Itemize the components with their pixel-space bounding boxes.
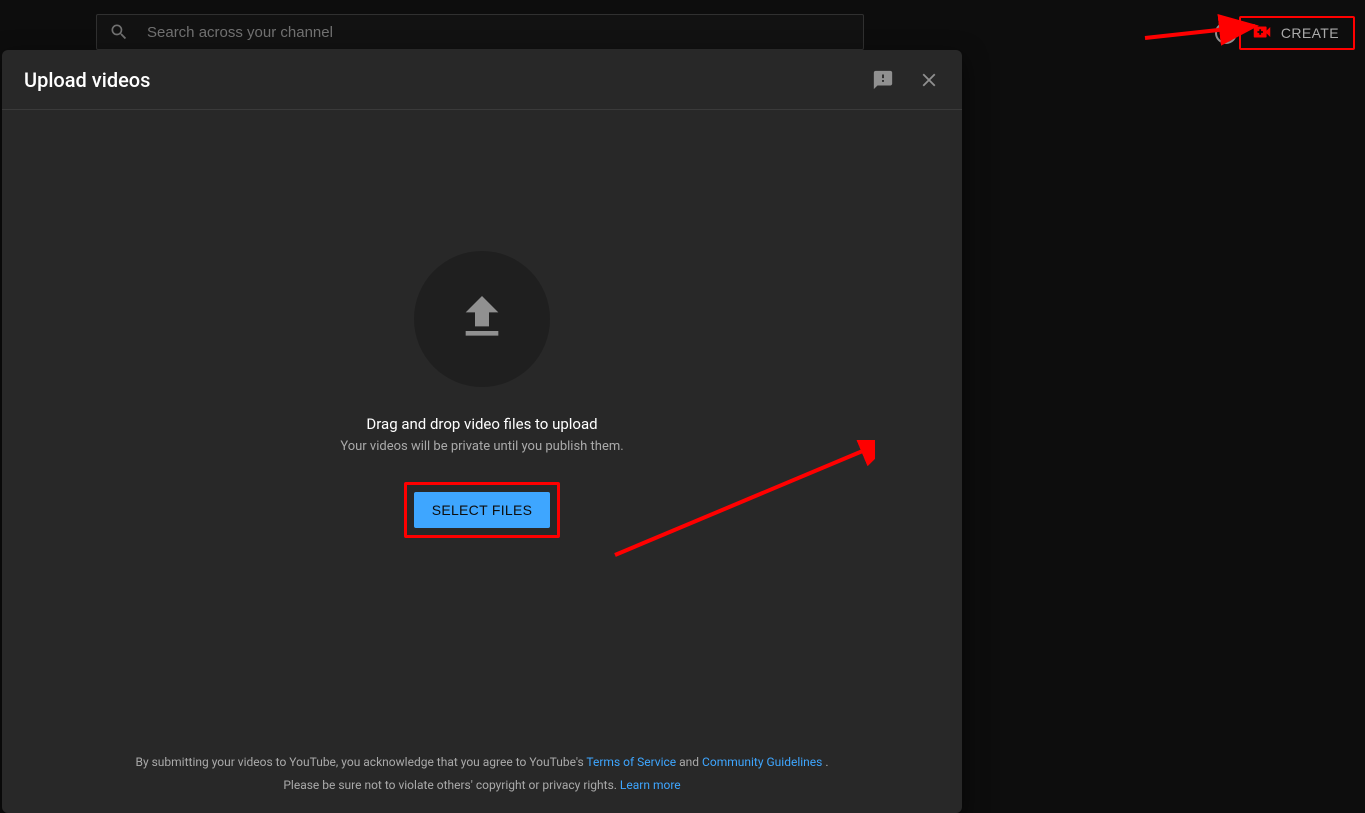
search-bar[interactable] (96, 14, 864, 50)
upload-arrow-icon (454, 289, 510, 349)
terms-of-service-link[interactable]: Terms of Service (586, 755, 676, 769)
learn-more-link[interactable]: Learn more (620, 778, 681, 792)
footer-and: and (679, 755, 702, 769)
footer-line2-prefix: Please be sure not to violate others' co… (283, 778, 620, 792)
drag-subtitle: Your videos will be private until you pu… (340, 439, 623, 454)
upload-modal: Upload videos Drag and drop video files … (2, 50, 962, 813)
modal-title: Upload videos (24, 68, 872, 92)
header-icons (872, 69, 940, 91)
footer-line-2: Please be sure not to violate others' co… (26, 774, 938, 797)
feedback-icon[interactable] (872, 69, 894, 91)
community-guidelines-link[interactable]: Community Guidelines (702, 755, 822, 769)
search-icon (109, 22, 129, 42)
footer-line-1: By submitting your videos to YouTube, yo… (26, 751, 938, 774)
drag-title: Drag and drop video files to upload (366, 415, 597, 433)
close-icon[interactable] (918, 69, 940, 91)
footer-period: . (825, 755, 828, 769)
create-video-icon (1251, 21, 1273, 46)
create-button[interactable]: CREATE (1239, 16, 1355, 50)
modal-body: Drag and drop video files to upload Your… (2, 110, 962, 739)
modal-footer: By submitting your videos to YouTube, yo… (2, 739, 962, 813)
annotation-highlight-select: SELECT FILES (404, 482, 561, 538)
upload-dropzone[interactable] (414, 251, 550, 387)
create-label: CREATE (1281, 25, 1339, 41)
footer-prefix: By submitting your videos to YouTube, yo… (135, 755, 586, 769)
search-input[interactable] (147, 24, 851, 41)
help-icon[interactable]: ? (1215, 22, 1237, 44)
modal-header: Upload videos (2, 50, 962, 110)
select-files-button[interactable]: SELECT FILES (414, 492, 551, 528)
